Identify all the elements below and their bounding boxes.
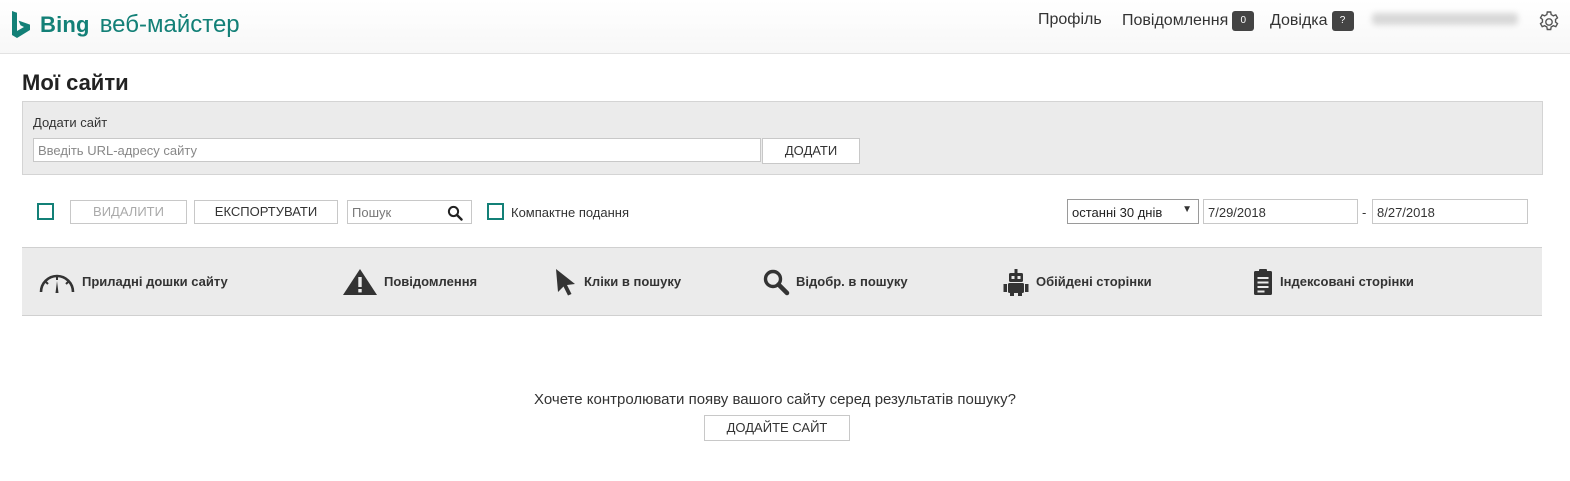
top-header: Bing веб-майстер Профіль Повідомлення 0 … [0, 0, 1570, 54]
metrics-header-bar: Приладні дошки сайту Повідомлення Кліки … [22, 247, 1542, 316]
nav-profile[interactable]: Профіль [1038, 11, 1102, 29]
search-input[interactable] [352, 204, 442, 220]
chevron-down-icon: ▼ [1182, 204, 1192, 215]
nav-messages[interactable]: Повідомлення 0 [1122, 11, 1255, 31]
bing-logo[interactable]: Bing веб-майстер [10, 11, 240, 39]
column-label: Приладні дошки сайту [82, 274, 228, 289]
nav-profile-label: Профіль [1038, 11, 1102, 28]
select-all-checkbox[interactable] [37, 203, 54, 220]
column-search-impressions[interactable]: Відобр. в пошуку [762, 248, 908, 315]
column-search-clicks[interactable]: Кліки в пошуку [554, 248, 681, 315]
compact-view-label: Компактне подання [511, 205, 630, 220]
warning-icon [343, 268, 377, 295]
date-separator: - [1362, 205, 1367, 220]
site-search [347, 200, 472, 224]
column-messages[interactable]: Повідомлення [342, 248, 477, 315]
help-badge: ? [1331, 11, 1354, 31]
search-icon[interactable] [447, 205, 463, 221]
gear-icon[interactable] [1537, 10, 1561, 34]
export-button[interactable]: ЕКСПОРТУВАТИ [194, 200, 338, 224]
gauge-icon [39, 274, 75, 293]
compact-view-checkbox[interactable] [487, 203, 504, 220]
column-crawled-pages[interactable]: Обійдені сторінки [1002, 248, 1152, 315]
clipboard-icon [1254, 268, 1272, 295]
site-url-input[interactable] [33, 138, 761, 162]
empty-state-message: Хочете контролювати появу вашого сайту с… [534, 391, 1016, 408]
page-title: Мої сайти [22, 70, 129, 95]
column-label: Обійдені сторінки [1036, 274, 1152, 289]
user-account-menu[interactable] [1372, 13, 1518, 25]
product-name: веб-майстер [99, 11, 240, 38]
nav-help-label: Довідка [1270, 12, 1328, 29]
nav-help[interactable]: Довідка ? [1270, 11, 1354, 31]
column-site-dashboard[interactable]: Приладні дошки сайту [38, 248, 228, 315]
date-range-select[interactable]: останні 30 днів ▼ [1067, 199, 1199, 224]
add-site-panel: Додати сайт ДОДАТИ [22, 101, 1543, 175]
brand-name: Bing [40, 12, 90, 37]
column-label: Повідомлення [384, 274, 478, 289]
column-label: Відобр. в пошуку [796, 274, 908, 289]
cursor-icon [556, 268, 575, 295]
date-from-input[interactable]: 7/29/2018 [1203, 199, 1358, 224]
column-label: Індексовані сторінки [1280, 274, 1414, 289]
robot-icon [1003, 268, 1029, 296]
bing-logo-icon [12, 11, 30, 38]
nav-messages-label: Повідомлення [1122, 12, 1229, 29]
add-site-button[interactable]: ДОДАТИ [762, 138, 860, 164]
column-indexed-pages[interactable]: Індексовані сторінки [1252, 248, 1414, 315]
column-label: Кліки в пошуку [584, 274, 682, 289]
date-range-value: останні 30 днів [1072, 205, 1163, 220]
messages-count-badge: 0 [1232, 11, 1255, 31]
delete-button[interactable]: ВИДАЛИТИ [70, 200, 187, 224]
search-icon [763, 269, 790, 295]
date-to-input[interactable]: 8/27/2018 [1372, 199, 1528, 224]
add-your-site-button[interactable]: ДОДАЙТЕ САЙТ [704, 415, 850, 441]
add-site-label: Додати сайт [33, 115, 108, 130]
